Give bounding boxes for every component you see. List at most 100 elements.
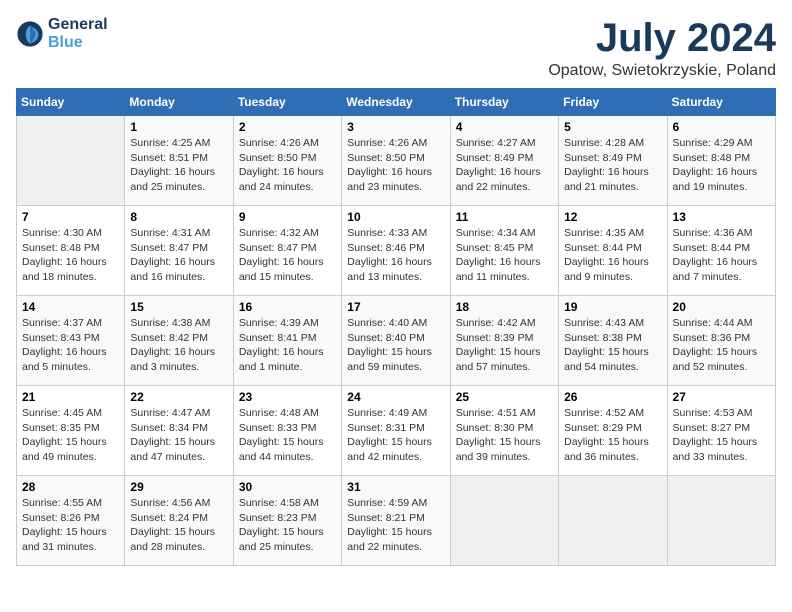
- calendar-week-5: 28 Sunrise: 4:55 AM Sunset: 8:26 PM Dayli…: [17, 476, 776, 566]
- day-info: Sunrise: 4:30 AM Sunset: 8:48 PM Dayligh…: [22, 226, 119, 285]
- day-info: Sunrise: 4:51 AM Sunset: 8:30 PM Dayligh…: [456, 406, 553, 465]
- calendar-cell: 21 Sunrise: 4:45 AM Sunset: 8:35 PM Dayli…: [17, 386, 125, 476]
- day-info: Sunrise: 4:48 AM Sunset: 8:33 PM Dayligh…: [239, 406, 336, 465]
- calendar-cell: 10Sunrise: 4:33 AM Sunset: 8:46 PM Dayli…: [342, 206, 450, 296]
- day-info: Sunrise: 4:26 AM Sunset: 8:50 PM Dayligh…: [239, 136, 336, 195]
- day-number: 28: [22, 480, 119, 494]
- day-info: Sunrise: 4:58 AM Sunset: 8:23 PM Dayligh…: [239, 496, 336, 555]
- calendar-cell: 27 Sunrise: 4:53 AM Sunset: 8:27 PM Dayli…: [667, 386, 775, 476]
- header-saturday: Saturday: [667, 89, 775, 116]
- header-wednesday: Wednesday: [342, 89, 450, 116]
- location-title: Opatow, Swietokrzyskie, Poland: [548, 62, 776, 80]
- calendar-cell: 13 Sunrise: 4:36 AM Sunset: 8:44 PM Dayli…: [667, 206, 775, 296]
- day-number: 6: [673, 120, 770, 134]
- day-number: 18: [456, 300, 553, 314]
- calendar-table: Sunday Monday Tuesday Wednesday Thursday…: [16, 88, 776, 566]
- calendar-cell: 20 Sunrise: 4:44 AM Sunset: 8:36 PM Dayli…: [667, 296, 775, 386]
- calendar-cell: 7 Sunrise: 4:30 AM Sunset: 8:48 PM Daylig…: [17, 206, 125, 296]
- day-number: 15: [130, 300, 227, 314]
- page-header: General Blue July 2024 Opatow, Swietokrz…: [16, 16, 776, 80]
- calendar-cell: 16Sunrise: 4:39 AM Sunset: 8:41 PM Dayli…: [233, 296, 341, 386]
- calendar-cell: [559, 476, 667, 566]
- calendar-cell: 25Sunrise: 4:51 AM Sunset: 8:30 PM Dayli…: [450, 386, 558, 476]
- header-tuesday: Tuesday: [233, 89, 341, 116]
- day-number: 11: [456, 210, 553, 224]
- day-number: 27: [673, 390, 770, 404]
- calendar-cell: 29Sunrise: 4:56 AM Sunset: 8:24 PM Dayli…: [125, 476, 233, 566]
- calendar-cell: 9 Sunrise: 4:32 AM Sunset: 8:47 PM Daylig…: [233, 206, 341, 296]
- day-number: 24: [347, 390, 444, 404]
- logo-text-blue: Blue: [48, 34, 108, 52]
- logo-icon: [16, 20, 44, 48]
- day-number: 26: [564, 390, 661, 404]
- day-info: Sunrise: 4:45 AM Sunset: 8:35 PM Dayligh…: [22, 406, 119, 465]
- day-number: 21: [22, 390, 119, 404]
- title-area: July 2024 Opatow, Swietokrzyskie, Poland: [548, 16, 776, 80]
- calendar-cell: 14 Sunrise: 4:37 AM Sunset: 8:43 PM Dayli…: [17, 296, 125, 386]
- day-info: Sunrise: 4:53 AM Sunset: 8:27 PM Dayligh…: [673, 406, 770, 465]
- day-number: 1: [130, 120, 227, 134]
- day-number: 3: [347, 120, 444, 134]
- day-info: Sunrise: 4:27 AM Sunset: 8:49 PM Dayligh…: [456, 136, 553, 195]
- day-number: 7: [22, 210, 119, 224]
- day-info: Sunrise: 4:42 AM Sunset: 8:39 PM Dayligh…: [456, 316, 553, 375]
- calendar-cell: 5Sunrise: 4:28 AM Sunset: 8:49 PM Daylig…: [559, 116, 667, 206]
- calendar-week-4: 21 Sunrise: 4:45 AM Sunset: 8:35 PM Dayli…: [17, 386, 776, 476]
- calendar-cell: 1 Sunrise: 4:25 AM Sunset: 8:51 PM Daylig…: [125, 116, 233, 206]
- calendar-cell: 2 Sunrise: 4:26 AM Sunset: 8:50 PM Daylig…: [233, 116, 341, 206]
- day-number: 10: [347, 210, 444, 224]
- header-friday: Friday: [559, 89, 667, 116]
- day-info: Sunrise: 4:40 AM Sunset: 8:40 PM Dayligh…: [347, 316, 444, 375]
- day-info: Sunrise: 4:32 AM Sunset: 8:47 PM Dayligh…: [239, 226, 336, 285]
- day-info: Sunrise: 4:38 AM Sunset: 8:42 PM Dayligh…: [130, 316, 227, 375]
- day-info: Sunrise: 4:36 AM Sunset: 8:44 PM Dayligh…: [673, 226, 770, 285]
- day-info: Sunrise: 4:49 AM Sunset: 8:31 PM Dayligh…: [347, 406, 444, 465]
- day-info: Sunrise: 4:47 AM Sunset: 8:34 PM Dayligh…: [130, 406, 227, 465]
- day-info: Sunrise: 4:25 AM Sunset: 8:51 PM Dayligh…: [130, 136, 227, 195]
- calendar-cell: 23 Sunrise: 4:48 AM Sunset: 8:33 PM Dayli…: [233, 386, 341, 476]
- day-number: 8: [130, 210, 227, 224]
- month-title: July 2024: [548, 16, 776, 60]
- calendar-cell: [667, 476, 775, 566]
- day-info: Sunrise: 4:31 AM Sunset: 8:47 PM Dayligh…: [130, 226, 227, 285]
- calendar-week-1: 1 Sunrise: 4:25 AM Sunset: 8:51 PM Daylig…: [17, 116, 776, 206]
- calendar-cell: 8 Sunrise: 4:31 AM Sunset: 8:47 PM Daylig…: [125, 206, 233, 296]
- day-info: Sunrise: 4:34 AM Sunset: 8:45 PM Dayligh…: [456, 226, 553, 285]
- day-number: 2: [239, 120, 336, 134]
- day-info: Sunrise: 4:43 AM Sunset: 8:38 PM Dayligh…: [564, 316, 661, 375]
- day-number: 14: [22, 300, 119, 314]
- calendar-week-2: 7 Sunrise: 4:30 AM Sunset: 8:48 PM Daylig…: [17, 206, 776, 296]
- calendar-cell: 6 Sunrise: 4:29 AM Sunset: 8:48 PM Daylig…: [667, 116, 775, 206]
- day-info: Sunrise: 4:55 AM Sunset: 8:26 PM Dayligh…: [22, 496, 119, 555]
- calendar-cell: [450, 476, 558, 566]
- day-info: Sunrise: 4:26 AM Sunset: 8:50 PM Dayligh…: [347, 136, 444, 195]
- header-monday: Monday: [125, 89, 233, 116]
- day-info: Sunrise: 4:56 AM Sunset: 8:24 PM Dayligh…: [130, 496, 227, 555]
- calendar-header-row: Sunday Monday Tuesday Wednesday Thursday…: [17, 89, 776, 116]
- header-thursday: Thursday: [450, 89, 558, 116]
- day-info: Sunrise: 4:29 AM Sunset: 8:48 PM Dayligh…: [673, 136, 770, 195]
- day-number: 31: [347, 480, 444, 494]
- day-info: Sunrise: 4:37 AM Sunset: 8:43 PM Dayligh…: [22, 316, 119, 375]
- day-number: 13: [673, 210, 770, 224]
- logo: General Blue: [16, 16, 108, 52]
- day-info: Sunrise: 4:44 AM Sunset: 8:36 PM Dayligh…: [673, 316, 770, 375]
- day-number: 20: [673, 300, 770, 314]
- day-number: 16: [239, 300, 336, 314]
- day-number: 22: [130, 390, 227, 404]
- day-number: 12: [564, 210, 661, 224]
- calendar-cell: 22 Sunrise: 4:47 AM Sunset: 8:34 PM Dayli…: [125, 386, 233, 476]
- calendar-cell: 30 Sunrise: 4:58 AM Sunset: 8:23 PM Dayli…: [233, 476, 341, 566]
- day-number: 23: [239, 390, 336, 404]
- calendar-cell: 19Sunrise: 4:43 AM Sunset: 8:38 PM Dayli…: [559, 296, 667, 386]
- day-number: 17: [347, 300, 444, 314]
- calendar-cell: 28 Sunrise: 4:55 AM Sunset: 8:26 PM Dayli…: [17, 476, 125, 566]
- calendar-cell: [17, 116, 125, 206]
- calendar-cell: 18 Sunrise: 4:42 AM Sunset: 8:39 PM Dayli…: [450, 296, 558, 386]
- calendar-cell: 17 Sunrise: 4:40 AM Sunset: 8:40 PM Dayli…: [342, 296, 450, 386]
- calendar-cell: 4Sunrise: 4:27 AM Sunset: 8:49 PM Daylig…: [450, 116, 558, 206]
- day-number: 9: [239, 210, 336, 224]
- calendar-cell: 12Sunrise: 4:35 AM Sunset: 8:44 PM Dayli…: [559, 206, 667, 296]
- calendar-cell: 3 Sunrise: 4:26 AM Sunset: 8:50 PM Daylig…: [342, 116, 450, 206]
- day-number: 30: [239, 480, 336, 494]
